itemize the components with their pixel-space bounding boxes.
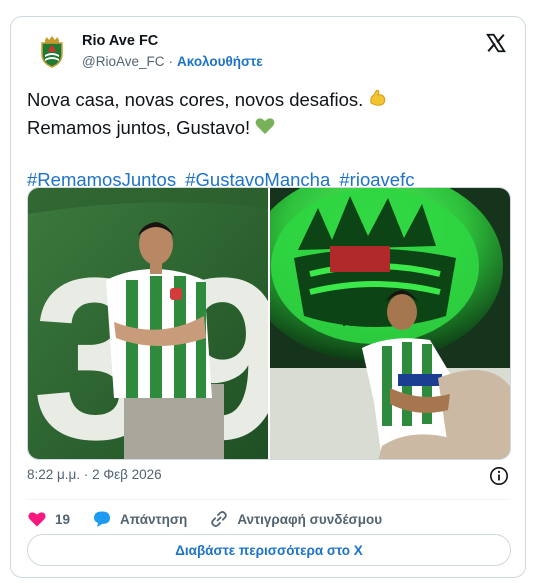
green-heart-emoji xyxy=(254,115,276,143)
action-bar: 19 Απάντηση Αντιγραφή συνδέσμου xyxy=(27,507,404,531)
tweet-card: Rio Ave FC @RioAve_FC · Ακολουθήστε Nova… xyxy=(10,16,526,578)
author-display-name[interactable]: Rio Ave FC xyxy=(82,33,158,49)
divider xyxy=(27,499,509,500)
like-count: 19 xyxy=(55,511,71,527)
like-button[interactable]: 19 xyxy=(27,509,70,529)
avatar[interactable] xyxy=(32,32,72,72)
reply-label: Απάντηση xyxy=(120,511,188,527)
photo-player-number-wall[interactable]: 39 xyxy=(28,188,268,459)
tweet-line-1: Nova casa, novas cores, novos desafios. xyxy=(27,89,364,110)
rio-ave-crest-icon xyxy=(32,32,72,72)
media-grid: 39 xyxy=(27,187,511,460)
copy-link-button[interactable]: Αντιγραφή συνδέσμου xyxy=(209,509,382,529)
author-handle[interactable]: @RioAve_FC xyxy=(82,54,164,69)
tweet-text: Nova casa, novas cores, novos desafios. … xyxy=(27,87,507,143)
link-icon xyxy=(211,511,228,527)
speech-bubble-icon xyxy=(94,511,111,527)
copy-link-label: Αντιγραφή συνδέσμου xyxy=(237,511,383,527)
reply-button[interactable]: Απάντηση xyxy=(92,509,187,529)
read-more-button[interactable]: Διαβάστε περισσότερα στο X xyxy=(27,534,511,566)
follow-link[interactable]: Ακολουθήστε xyxy=(177,54,263,69)
flexed-biceps-emoji xyxy=(367,87,389,115)
crest-letters: R.A. xyxy=(342,313,372,330)
timestamp-link[interactable]: 8:22 μ.μ. · 2 Φεβ 2026 xyxy=(27,467,162,482)
info-icon[interactable] xyxy=(489,466,509,486)
photo-player-crest[interactable]: R.A. xyxy=(270,188,510,459)
tweet-line-2: Remamos juntos, Gustavo! xyxy=(27,117,251,138)
x-logo-icon[interactable] xyxy=(485,32,507,54)
heart-icon xyxy=(28,512,46,527)
handle-separator: · xyxy=(168,54,173,69)
